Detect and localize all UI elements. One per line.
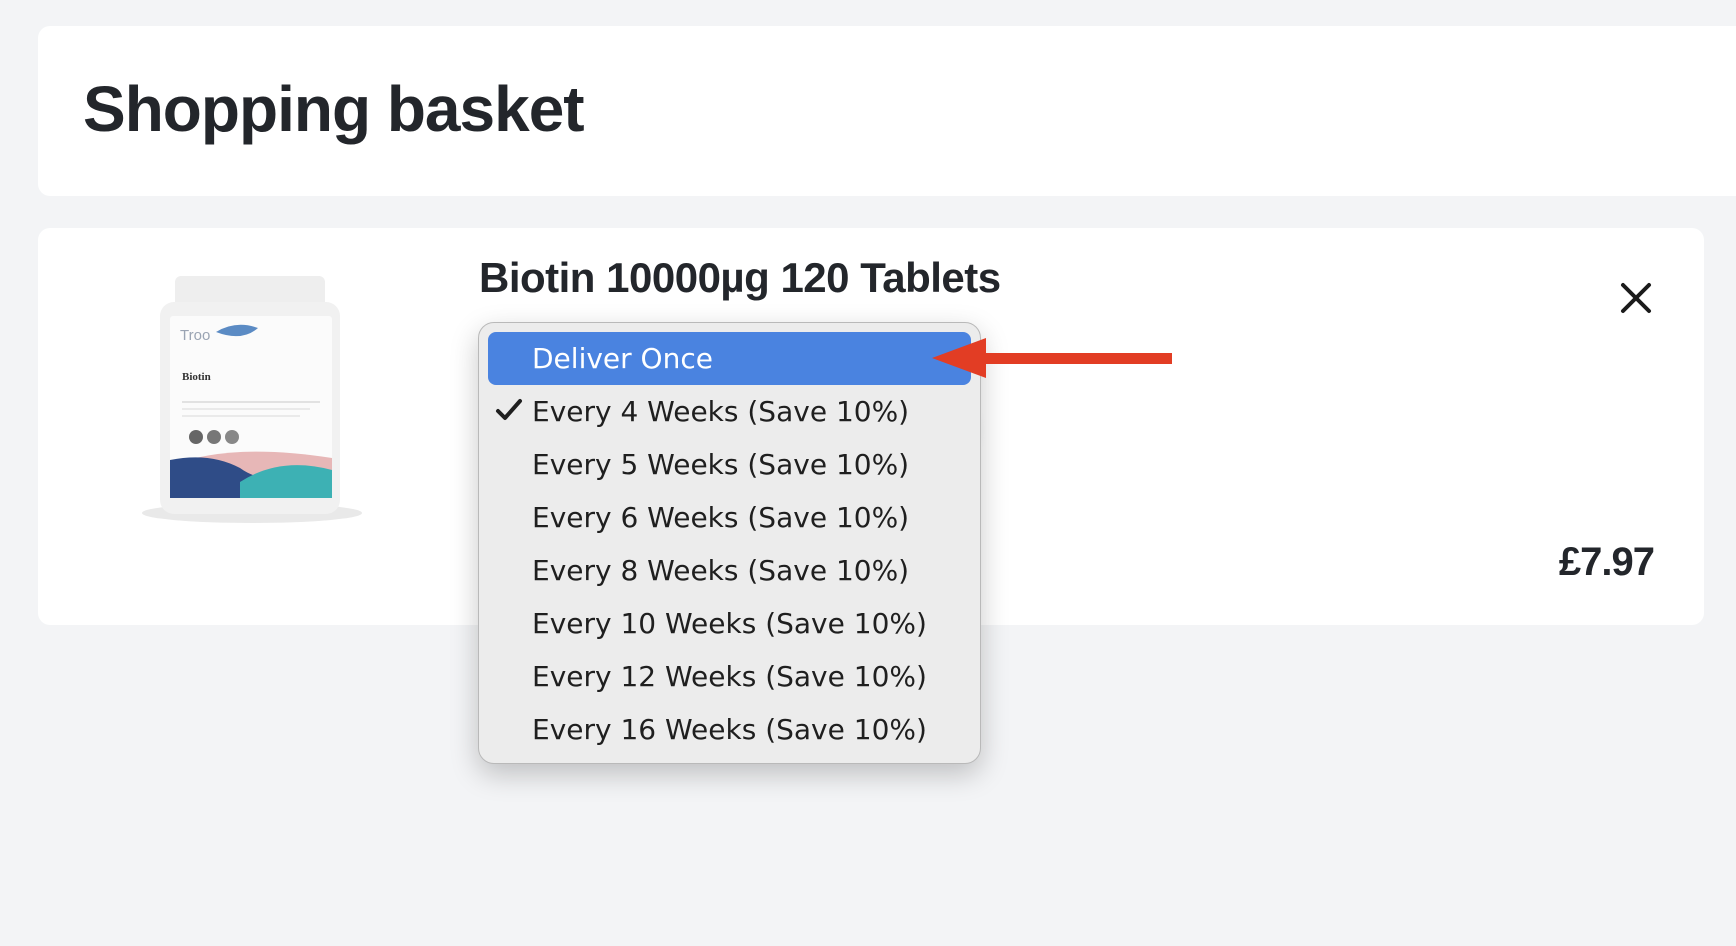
option-label: Every 16 Weeks (Save 10%) [532,713,927,746]
option-every-6-weeks[interactable]: Every 6 Weeks (Save 10%) [488,491,971,544]
close-icon [1621,283,1651,313]
checkmark-icon [496,399,522,420]
annotation-arrow-icon [932,338,1172,378]
option-label: Every 12 Weeks (Save 10%) [532,660,927,693]
header-card: Shopping basket [38,26,1736,196]
option-label: Every 6 Weeks (Save 10%) [532,501,910,534]
product-image[interactable]: Troo Biotin [120,268,380,528]
option-label: Every 10 Weeks (Save 10%) [532,607,927,640]
option-every-5-weeks[interactable]: Every 5 Weeks (Save 10%) [488,438,971,491]
remove-item-button[interactable] [1608,270,1664,326]
option-label: Every 8 Weeks (Save 10%) [532,554,910,587]
product-brand-text: Troo [180,327,210,344]
option-every-16-weeks[interactable]: Every 16 Weeks (Save 10%) [488,703,971,756]
page-title: Shopping basket [83,73,585,145]
option-label: Every 4 Weeks (Save 10%) [532,395,910,428]
delivery-frequency-dropdown[interactable]: Deliver Once Every 4 Weeks (Save 10%) Ev… [478,322,981,764]
option-label: Deliver Once [532,342,713,375]
item-price: £7.97 [1558,540,1655,584]
option-every-10-weeks[interactable]: Every 10 Weeks (Save 10%) [488,597,971,650]
option-label: Every 5 Weeks (Save 10%) [532,448,910,481]
product-name[interactable]: Biotin 10000µg 120 Tablets [479,254,1001,302]
option-every-4-weeks[interactable]: Every 4 Weeks (Save 10%) [488,385,971,438]
option-every-12-weeks[interactable]: Every 12 Weeks (Save 10%) [488,650,971,703]
product-label-text: Biotin [182,371,211,383]
option-every-8-weeks[interactable]: Every 8 Weeks (Save 10%) [488,544,971,597]
option-deliver-once[interactable]: Deliver Once [488,332,971,385]
